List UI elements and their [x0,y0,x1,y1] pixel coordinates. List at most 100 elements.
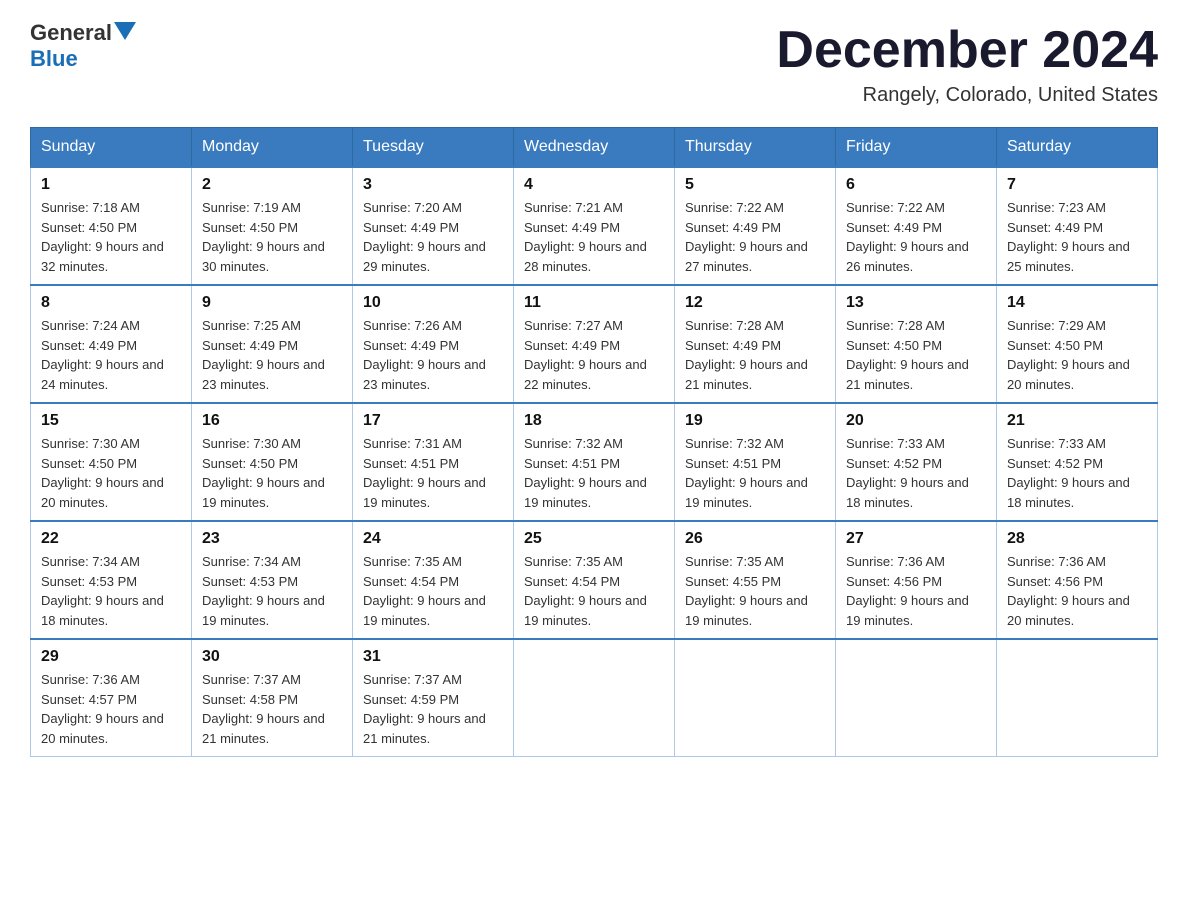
header-saturday: Saturday [997,128,1158,168]
day-info: Sunrise: 7:33 AM Sunset: 4:52 PM Dayligh… [846,434,986,512]
sunrise-label: Sunrise: 7:33 AM [846,436,945,451]
daylight-label: Daylight: 9 hours and 30 minutes. [202,239,325,274]
daylight-label: Daylight: 9 hours and 18 minutes. [846,475,969,510]
location-subtitle: Rangely, Colorado, United States [776,84,1158,107]
header-thursday: Thursday [675,128,836,168]
daylight-label: Daylight: 9 hours and 21 minutes. [685,357,808,392]
day-info: Sunrise: 7:36 AM Sunset: 4:56 PM Dayligh… [1007,552,1147,630]
calendar-cell: 26 Sunrise: 7:35 AM Sunset: 4:55 PM Dayl… [675,521,836,639]
sunset-label: Sunset: 4:55 PM [685,574,781,589]
daylight-label: Daylight: 9 hours and 25 minutes. [1007,239,1130,274]
daylight-label: Daylight: 9 hours and 23 minutes. [202,357,325,392]
day-info: Sunrise: 7:37 AM Sunset: 4:59 PM Dayligh… [363,670,503,748]
daylight-label: Daylight: 9 hours and 20 minutes. [41,711,164,746]
page-header: General Blue December 2024 Rangely, Colo… [30,20,1158,107]
sunset-label: Sunset: 4:50 PM [41,220,137,235]
calendar-cell: 14 Sunrise: 7:29 AM Sunset: 4:50 PM Dayl… [997,285,1158,403]
sunset-label: Sunset: 4:56 PM [1007,574,1103,589]
sunset-label: Sunset: 4:49 PM [363,338,459,353]
day-number: 17 [363,412,503,430]
logo-general-text: General [30,20,112,46]
sunrise-label: Sunrise: 7:29 AM [1007,318,1106,333]
sunset-label: Sunset: 4:56 PM [846,574,942,589]
header-monday: Monday [192,128,353,168]
day-info: Sunrise: 7:18 AM Sunset: 4:50 PM Dayligh… [41,198,181,276]
calendar-cell [836,639,997,757]
header-sunday: Sunday [31,128,192,168]
calendar-cell: 10 Sunrise: 7:26 AM Sunset: 4:49 PM Dayl… [353,285,514,403]
daylight-label: Daylight: 9 hours and 29 minutes. [363,239,486,274]
day-number: 2 [202,176,342,194]
daylight-label: Daylight: 9 hours and 32 minutes. [41,239,164,274]
sunset-label: Sunset: 4:49 PM [846,220,942,235]
sunrise-label: Sunrise: 7:36 AM [1007,554,1106,569]
day-info: Sunrise: 7:28 AM Sunset: 4:50 PM Dayligh… [846,316,986,394]
sunset-label: Sunset: 4:49 PM [1007,220,1103,235]
calendar-table: Sunday Monday Tuesday Wednesday Thursday… [30,127,1158,757]
day-number: 20 [846,412,986,430]
day-number: 9 [202,294,342,312]
sunset-label: Sunset: 4:50 PM [41,456,137,471]
day-info: Sunrise: 7:21 AM Sunset: 4:49 PM Dayligh… [524,198,664,276]
sunrise-label: Sunrise: 7:25 AM [202,318,301,333]
daylight-label: Daylight: 9 hours and 19 minutes. [363,593,486,628]
daylight-label: Daylight: 9 hours and 18 minutes. [1007,475,1130,510]
daylight-label: Daylight: 9 hours and 20 minutes. [41,475,164,510]
daylight-label: Daylight: 9 hours and 21 minutes. [363,711,486,746]
sunset-label: Sunset: 4:49 PM [685,338,781,353]
calendar-cell: 18 Sunrise: 7:32 AM Sunset: 4:51 PM Dayl… [514,403,675,521]
sunset-label: Sunset: 4:52 PM [1007,456,1103,471]
calendar-cell: 30 Sunrise: 7:37 AM Sunset: 4:58 PM Dayl… [192,639,353,757]
sunrise-label: Sunrise: 7:27 AM [524,318,623,333]
day-number: 1 [41,176,181,194]
sunrise-label: Sunrise: 7:31 AM [363,436,462,451]
day-info: Sunrise: 7:32 AM Sunset: 4:51 PM Dayligh… [685,434,825,512]
day-info: Sunrise: 7:36 AM Sunset: 4:56 PM Dayligh… [846,552,986,630]
sunrise-label: Sunrise: 7:18 AM [41,200,140,215]
daylight-label: Daylight: 9 hours and 26 minutes. [846,239,969,274]
day-number: 12 [685,294,825,312]
calendar-week-row: 29 Sunrise: 7:36 AM Sunset: 4:57 PM Dayl… [31,639,1158,757]
calendar-cell: 4 Sunrise: 7:21 AM Sunset: 4:49 PM Dayli… [514,167,675,285]
header-wednesday: Wednesday [514,128,675,168]
sunset-label: Sunset: 4:54 PM [524,574,620,589]
day-info: Sunrise: 7:20 AM Sunset: 4:49 PM Dayligh… [363,198,503,276]
day-number: 26 [685,530,825,548]
day-info: Sunrise: 7:34 AM Sunset: 4:53 PM Dayligh… [202,552,342,630]
day-info: Sunrise: 7:36 AM Sunset: 4:57 PM Dayligh… [41,670,181,748]
calendar-cell: 21 Sunrise: 7:33 AM Sunset: 4:52 PM Dayl… [997,403,1158,521]
day-number: 29 [41,648,181,666]
calendar-cell: 13 Sunrise: 7:28 AM Sunset: 4:50 PM Dayl… [836,285,997,403]
calendar-cell: 7 Sunrise: 7:23 AM Sunset: 4:49 PM Dayli… [997,167,1158,285]
daylight-label: Daylight: 9 hours and 19 minutes. [685,475,808,510]
day-number: 14 [1007,294,1147,312]
day-number: 8 [41,294,181,312]
sunrise-label: Sunrise: 7:35 AM [363,554,462,569]
day-number: 15 [41,412,181,430]
daylight-label: Daylight: 9 hours and 21 minutes. [202,711,325,746]
day-number: 4 [524,176,664,194]
day-info: Sunrise: 7:23 AM Sunset: 4:49 PM Dayligh… [1007,198,1147,276]
calendar-cell: 1 Sunrise: 7:18 AM Sunset: 4:50 PM Dayli… [31,167,192,285]
day-number: 23 [202,530,342,548]
day-number: 21 [1007,412,1147,430]
calendar-cell: 28 Sunrise: 7:36 AM Sunset: 4:56 PM Dayl… [997,521,1158,639]
sunrise-label: Sunrise: 7:37 AM [202,672,301,687]
daylight-label: Daylight: 9 hours and 20 minutes. [1007,357,1130,392]
day-number: 7 [1007,176,1147,194]
sunset-label: Sunset: 4:52 PM [846,456,942,471]
calendar-cell: 22 Sunrise: 7:34 AM Sunset: 4:53 PM Dayl… [31,521,192,639]
calendar-cell: 27 Sunrise: 7:36 AM Sunset: 4:56 PM Dayl… [836,521,997,639]
day-info: Sunrise: 7:30 AM Sunset: 4:50 PM Dayligh… [41,434,181,512]
calendar-cell: 3 Sunrise: 7:20 AM Sunset: 4:49 PM Dayli… [353,167,514,285]
day-info: Sunrise: 7:29 AM Sunset: 4:50 PM Dayligh… [1007,316,1147,394]
sunrise-label: Sunrise: 7:20 AM [363,200,462,215]
day-info: Sunrise: 7:26 AM Sunset: 4:49 PM Dayligh… [363,316,503,394]
day-info: Sunrise: 7:30 AM Sunset: 4:50 PM Dayligh… [202,434,342,512]
logo-blue-text: Blue [30,46,78,71]
calendar-cell [675,639,836,757]
sunset-label: Sunset: 4:49 PM [685,220,781,235]
month-year-title: December 2024 [776,20,1158,80]
title-section: December 2024 Rangely, Colorado, United … [776,20,1158,107]
day-info: Sunrise: 7:19 AM Sunset: 4:50 PM Dayligh… [202,198,342,276]
